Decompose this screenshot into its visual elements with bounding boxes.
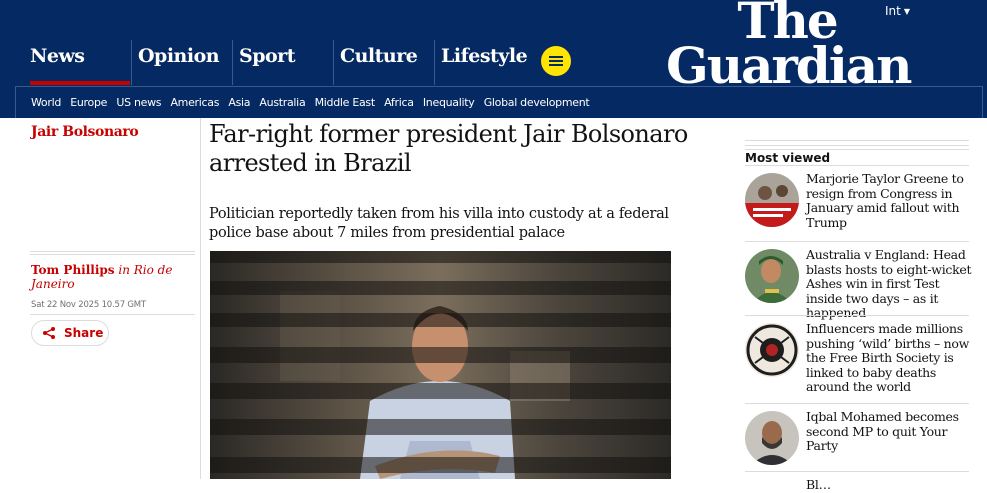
most-viewed-rule — [745, 140, 969, 150]
pillar-news-label: News — [30, 45, 85, 67]
pillar-sport[interactable]: Sport — [232, 40, 333, 85]
most-viewed-item-3[interactable]: Influencers made millions pushing ‘wild’… — [745, 315, 969, 403]
pillar-active-indicator — [30, 81, 130, 85]
most-viewed-thumbnail — [745, 411, 799, 465]
pillar-sport-label: Sport — [239, 45, 295, 67]
subnav-item-australia[interactable]: Australia — [259, 96, 305, 109]
most-viewed-item-text: Australia v England: Head blasts hosts t… — [806, 247, 972, 320]
sub-navigation: World Europe US news Americas Asia Austr… — [15, 86, 983, 118]
article-standfirst: Politician reportedly taken from his vil… — [209, 206, 669, 241]
subnav-item-europe[interactable]: Europe — [70, 96, 107, 109]
share-icon — [43, 327, 55, 339]
byline-divider — [30, 251, 195, 255]
publish-date: Sat 22 Nov 2025 10.57 GMT — [31, 300, 146, 310]
article-headline: Far-right former president Jair Bolsonar… — [209, 120, 688, 177]
most-viewed-item-4[interactable]: Iqbal Mohamed becomes second MP to quit … — [745, 403, 969, 471]
most-viewed-thumbnail — [745, 249, 799, 303]
most-viewed-item-text: Bl… — [806, 477, 831, 492]
most-viewed-item-5[interactable]: Bl… — [745, 471, 969, 492]
most-viewed-item-2[interactable]: Australia v England: Head blasts hosts t… — [745, 241, 972, 320]
article-meta-column: Jair Bolsonaro Tom Phillips in Rio de Ja… — [15, 118, 201, 479]
menu-button[interactable] — [541, 46, 571, 76]
most-viewed-title: Most viewed — [745, 151, 831, 165]
most-viewed-thumbnail — [745, 323, 799, 377]
thumbnail-image — [745, 411, 799, 465]
subnav-links: World Europe US news Americas Asia Austr… — [31, 96, 595, 109]
subnav-item-africa[interactable]: Africa — [384, 96, 414, 109]
most-viewed-item-text: Iqbal Mohamed becomes second MP to quit … — [806, 409, 959, 453]
share-divider — [30, 314, 195, 315]
byline: Tom Phillips in Rio de Janeiro — [31, 263, 181, 291]
pillar-opinion-label: Opinion — [138, 45, 220, 67]
share-label: Share — [64, 326, 104, 340]
pillar-culture[interactable]: Culture — [333, 40, 434, 85]
section-tag[interactable]: Jair Bolsonaro — [31, 124, 139, 140]
pillar-lifestyle-label: Lifestyle — [441, 45, 528, 67]
logo-line-guardian: Guardian — [666, 36, 913, 95]
most-viewed-item-1[interactable]: Marjorie Taylor Greene to resign from Co… — [745, 165, 969, 239]
author-link[interactable]: Tom Phillips — [31, 263, 115, 277]
subnav-item-inequality[interactable]: Inequality — [423, 96, 475, 109]
pillar-lifestyle[interactable]: Lifestyle — [434, 40, 535, 85]
subnav-item-middle-east[interactable]: Middle East — [315, 96, 376, 109]
share-button[interactable]: Share — [31, 320, 109, 346]
masthead: Int ▼ The Guardian News Opinion Sport Cul… — [0, 0, 987, 118]
pillar-news[interactable]: News — [15, 40, 132, 85]
thumbnail-image — [745, 249, 799, 303]
pillar-opinion[interactable]: Opinion — [131, 40, 232, 85]
subnav-item-us-news[interactable]: US news — [116, 96, 161, 109]
subnav-item-world[interactable]: World — [31, 96, 61, 109]
article-main-image — [210, 251, 671, 479]
thumbnail-image — [745, 173, 799, 227]
subnav-item-global-development[interactable]: Global development — [484, 96, 590, 109]
thumbnail-image — [745, 323, 799, 377]
most-viewed-item-text: Influencers made millions pushing ‘wild’… — [806, 321, 969, 394]
subnav-item-americas[interactable]: Americas — [170, 96, 219, 109]
pillar-culture-label: Culture — [340, 45, 418, 67]
subnav-item-asia[interactable]: Asia — [228, 96, 250, 109]
most-viewed-thumbnail — [745, 173, 799, 227]
most-viewed-item-text: Marjorie Taylor Greene to resign from Co… — [806, 171, 964, 230]
guardian-logo[interactable]: The Guardian — [666, 0, 913, 95]
